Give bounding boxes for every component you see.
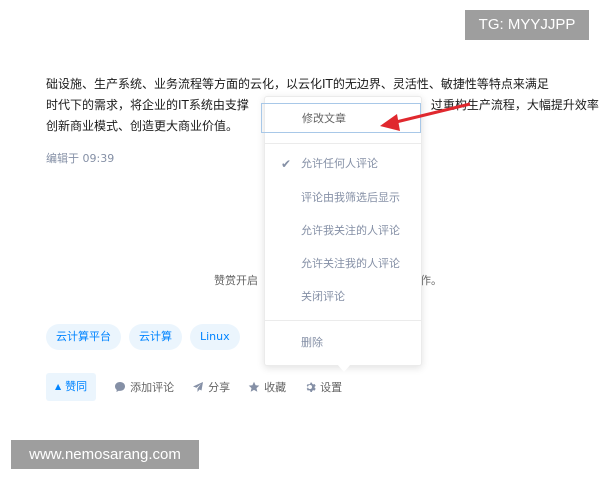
star-icon — [248, 381, 260, 392]
comment-bubble-icon — [115, 382, 126, 392]
triangle-up-icon: ▲ — [55, 382, 62, 391]
tag-list: 云计算平台 云计算 Linux — [46, 324, 240, 350]
settings-button[interactable]: 设置 — [304, 379, 342, 395]
add-comment-button[interactable]: 添加评论 — [114, 379, 174, 395]
paper-plane-icon — [193, 382, 204, 392]
menu-divider — [265, 143, 421, 144]
menu-item-delete[interactable]: 删除 — [265, 328, 421, 358]
edited-timestamp: 编辑于 09:39 — [46, 152, 115, 165]
menu-divider — [265, 320, 421, 321]
tag-cloud-computing[interactable]: 云计算 — [129, 324, 182, 350]
article-line-1: 础设施、生产系统、业务流程等方面的云化，以云化IT的无边界、灵活性、敏捷性等特点… — [46, 77, 549, 91]
menu-item-allow-followers[interactable]: 允许关注我的人评论 — [265, 249, 421, 279]
share-label: 分享 — [208, 381, 231, 394]
tag-linux[interactable]: Linux — [190, 324, 240, 350]
watermark-top-right: TG: MYYJJPP — [465, 10, 589, 40]
add-comment-label: 添加评论 — [130, 381, 175, 394]
reward-text-tail: 作。 — [420, 274, 442, 287]
settings-dropdown-menu: 修改文章 ✔ 允许任何人评论 评论由我筛选后显示 允许我关注的人评论 允许关注我… — [261, 96, 422, 372]
menu-item-allow-anyone-label: 允许任何人评论 — [301, 157, 378, 170]
vote-button[interactable]: ▲ 赞同 — [46, 373, 97, 401]
settings-label: 设置 — [320, 381, 343, 394]
menu-item-allow-following[interactable]: 允许我关注的人评论 — [265, 216, 421, 246]
article-line-2-start: 时代下的需求，将企业的IT系统由支撑 — [46, 98, 249, 112]
menu-item-close-comments[interactable]: 关闭评论 — [265, 282, 421, 312]
menu-caret — [337, 364, 351, 372]
watermark-bottom-left: www.nemosarang.com — [11, 440, 199, 469]
reward-text: 赞赏开启 — [214, 274, 258, 287]
tag-cloud-platform[interactable]: 云计算平台 — [46, 324, 121, 350]
menu-item-allow-anyone[interactable]: ✔ 允许任何人评论 — [265, 149, 421, 179]
reward-notice: 赞赏开启 作。 — [214, 272, 442, 288]
share-button[interactable]: 分享 — [192, 379, 230, 395]
menu-item-filter-comments[interactable]: 评论由我筛选后显示 — [265, 183, 421, 213]
article-actions: ▲ 赞同 添加评论 分享 收藏 设置 — [46, 373, 360, 401]
favorite-label: 收藏 — [264, 381, 287, 394]
favorite-button[interactable]: 收藏 — [248, 379, 286, 395]
vote-label: 赞同 — [65, 380, 88, 393]
article-line-2-end: 过重构生产流程，大幅提升效率 — [430, 98, 599, 112]
check-icon: ✔ — [281, 157, 292, 171]
menu-item-edit-article[interactable]: 修改文章 — [261, 103, 421, 133]
gear-icon — [306, 382, 316, 392]
